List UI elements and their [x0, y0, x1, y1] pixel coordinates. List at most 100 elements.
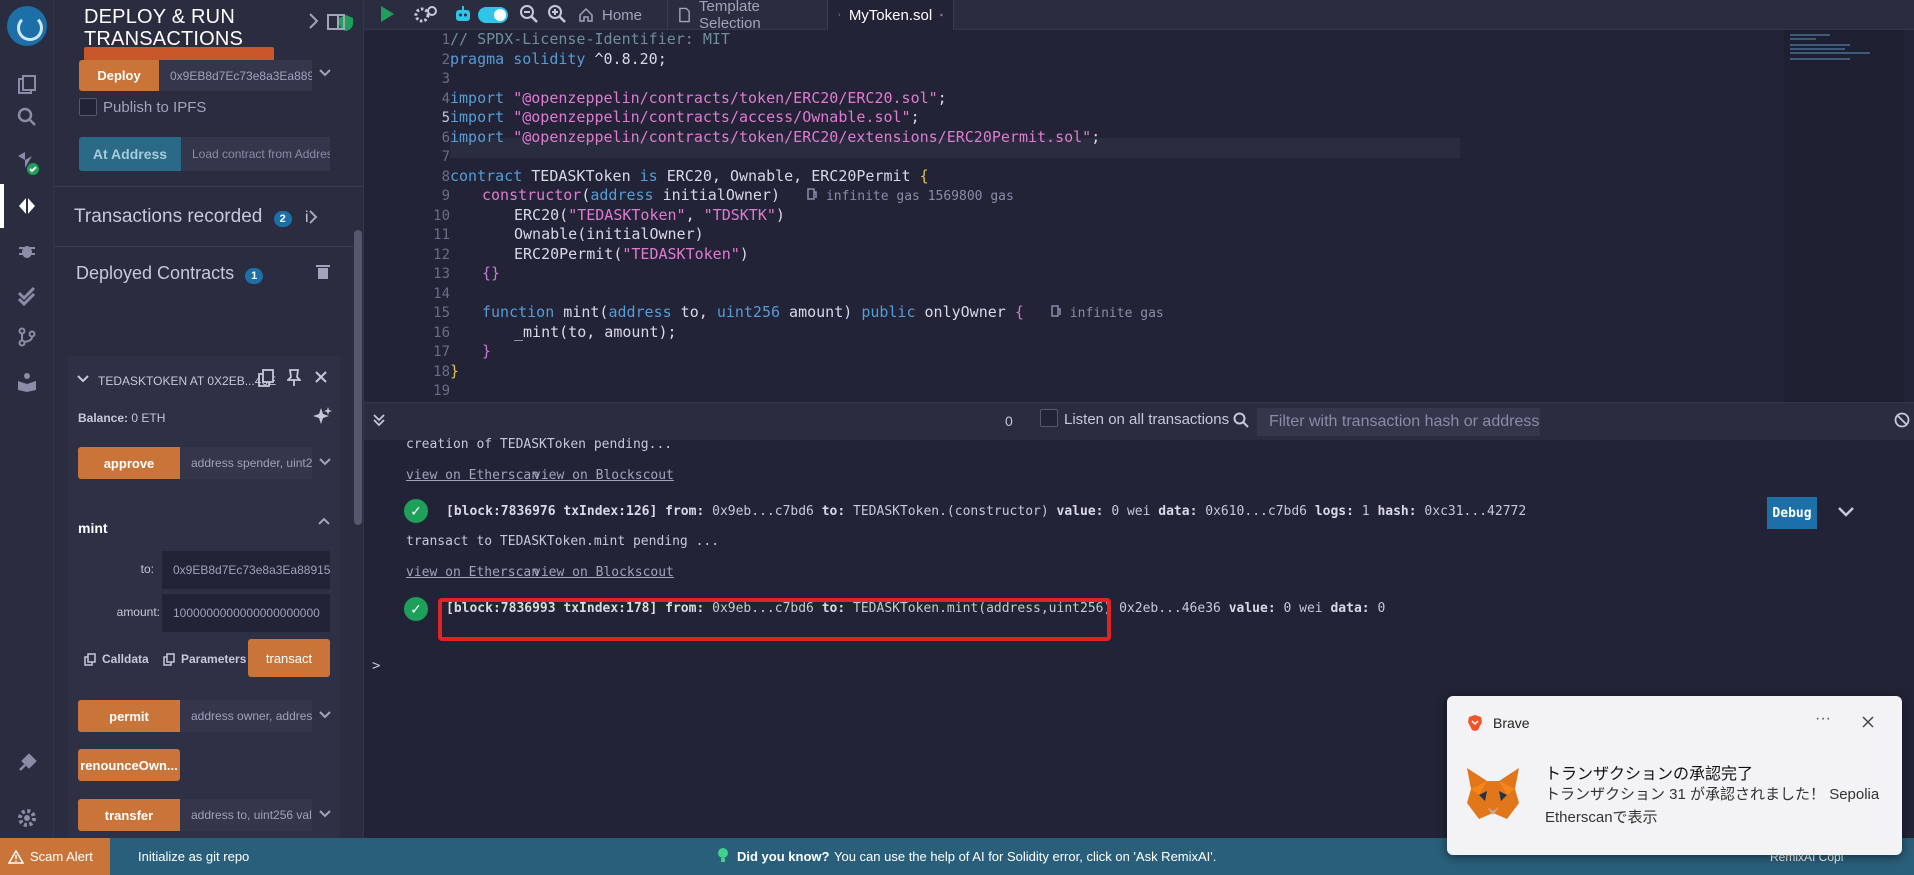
close-tab-icon[interactable]: [940, 9, 943, 21]
ai-robot-icon[interactable]: [452, 4, 474, 31]
file-icon: [679, 7, 690, 23]
terminal-prompt[interactable]: >: [372, 658, 380, 674]
permit-params-input[interactable]: address owner, address: [180, 700, 312, 732]
debug-button[interactable]: Debug: [1767, 497, 1817, 529]
code-line: }: [482, 342, 492, 360]
mint-amount-input[interactable]: 1000000000000000000000: [162, 594, 330, 632]
testing-icon[interactable]: [14, 282, 40, 308]
git-icon[interactable]: [14, 324, 40, 350]
line-number: 3: [441, 71, 450, 87]
pin-icon[interactable]: [285, 369, 303, 392]
tab-home-label: Home: [602, 6, 643, 24]
approve-expand-chevron-icon[interactable]: [318, 455, 332, 472]
view-blockscout-link[interactable]: view on Blockscout: [533, 565, 674, 580]
tab-template-selection[interactable]: Template Selection: [668, 0, 828, 32]
expand-tx-chevron-icon[interactable]: [1837, 505, 1855, 524]
panel-scrollbar[interactable]: [354, 230, 362, 525]
permit-expand-chevron-icon[interactable]: [318, 708, 332, 725]
ai-sparkle-icon[interactable]: [312, 406, 332, 431]
zoom-out-icon[interactable]: [519, 4, 539, 29]
mint-amount-label: amount:: [116, 605, 160, 619]
at-address-input[interactable]: Load contract from Address: [181, 137, 330, 171]
view-blockscout-link[interactable]: view on Blockscout: [533, 468, 674, 483]
notification-close-icon[interactable]: [1862, 715, 1874, 733]
code-line: import "@openzeppelin/contracts/token/ER…: [450, 89, 947, 107]
approve-params-input[interactable]: address spender, uint25: [180, 447, 312, 479]
code-line: ERC20("TEDASKToken", "TDSKTK"): [514, 206, 785, 224]
transfer-button[interactable]: transfer: [78, 799, 180, 831]
transfer-expand-chevron-icon[interactable]: [318, 807, 332, 824]
line-number: 5: [441, 110, 450, 126]
icon-rail: [0, 0, 54, 838]
solidity-file-icon: [838, 13, 841, 17]
mint-to-input[interactable]: 0x9EB8d7Ec73e8a3Ea8891556d4: [162, 551, 330, 589]
transactions-recorded-header[interactable]: Transactions recorded 2 i: [74, 206, 309, 228]
tab-home[interactable]: Home: [568, 0, 668, 30]
scam-alert-button[interactable]: Scam Alert: [0, 838, 110, 875]
code-line: function mint(address to, uint256 amount…: [482, 303, 1164, 321]
line-number: 9: [441, 188, 450, 204]
clear-console-icon[interactable]: [1894, 412, 1910, 433]
plugin-manager-icon[interactable]: [14, 750, 40, 776]
code-editor[interactable]: 1 2 3 4 5 6 7 8 9 10 11 12 13 14 15 16 1…: [364, 30, 1914, 402]
trash-icon[interactable]: [316, 264, 330, 285]
code-line: constructor(address initialOwner) infini…: [482, 186, 1014, 204]
code-line: import "@openzeppelin/contracts/access/O…: [450, 108, 920, 126]
permit-button[interactable]: permit: [78, 700, 180, 732]
home-icon: [579, 7, 593, 22]
close-icon[interactable]: [314, 370, 328, 389]
view-etherscan-link[interactable]: view on Etherscan: [406, 565, 539, 580]
line-number: 2: [441, 52, 450, 68]
panel-layout-icon[interactable]: [327, 14, 345, 35]
ai-toggle-switch[interactable]: [478, 7, 508, 23]
at-address-button[interactable]: At Address: [79, 137, 181, 171]
renounce-ownership-button[interactable]: renounceOwn...: [78, 749, 180, 781]
publish-ipfs-checkbox[interactable]: [79, 98, 97, 116]
code-line: import "@openzeppelin/contracts/token/ER…: [450, 128, 1101, 146]
calldata-button[interactable]: Calldata: [84, 652, 149, 666]
parameters-button[interactable]: Parameters: [163, 652, 246, 666]
file-explorer-icon[interactable]: [14, 72, 40, 98]
view-etherscan-link[interactable]: view on Etherscan: [406, 468, 539, 483]
remix-logo-icon[interactable]: [7, 6, 47, 46]
copy-icon[interactable]: [258, 369, 274, 392]
transact-button[interactable]: transact: [248, 639, 330, 677]
instance-collapse-chevron-icon[interactable]: [76, 372, 90, 391]
gas-estimate: infinite gas: [1051, 305, 1164, 321]
transfer-params-input[interactable]: address to, uint256 valu: [180, 799, 312, 831]
divider: [54, 246, 363, 247]
deploy-constructor-input[interactable]: 0x9EB8d7Ec73e8a3Ea889155: [159, 60, 312, 91]
tab-mytoken-sol[interactable]: MyToken.sol: [828, 0, 954, 30]
notification-body-line: トランザクション 31 が承認されました！ Sepolia: [1545, 786, 1880, 803]
tx-summary-constructor[interactable]: [block:7836976 txIndex:126] from: 0x9eb.…: [446, 504, 1526, 519]
approve-button[interactable]: approve: [78, 447, 180, 479]
chevron-right-icon[interactable]: [308, 12, 320, 35]
notification-more-icon[interactable]: ···: [1815, 710, 1831, 728]
log-line: creation of TEDASKToken pending...: [406, 437, 673, 452]
line-number: 10: [433, 208, 450, 224]
notification-body-line: Etherscanで表示: [1545, 809, 1658, 826]
mint-collapse-chevron-icon[interactable]: [317, 514, 331, 531]
learneth-icon[interactable]: [14, 369, 40, 395]
debugger-icon[interactable]: [14, 237, 40, 263]
line-number: 1: [441, 32, 450, 48]
editor-minimap[interactable]: [1784, 30, 1904, 402]
zoom-in-icon[interactable]: [547, 4, 567, 29]
deploy-expand-chevron-icon[interactable]: [318, 66, 332, 83]
lightbulb-icon: [717, 847, 729, 866]
deploy-run-icon[interactable]: [14, 193, 40, 219]
settings-gear-icon[interactable]: [14, 805, 40, 831]
search-icon[interactable]: [14, 104, 40, 130]
transaction-filter-input[interactable]: Filter with transaction hash or address: [1257, 408, 1540, 436]
collapse-terminal-icon[interactable]: [372, 413, 386, 432]
solidity-compiler-icon[interactable]: [14, 150, 40, 176]
line-number: 8: [441, 169, 450, 185]
script-settings-icon[interactable]: [414, 5, 438, 30]
brave-notification[interactable]: Brave ··· トランザクションの承認完了 トランザクション 31 が承認さ…: [1447, 696, 1902, 855]
transactions-expand-chevron-icon[interactable]: [307, 209, 319, 228]
deploy-button[interactable]: Deploy: [79, 60, 159, 91]
run-play-icon[interactable]: [378, 5, 396, 28]
listen-all-checkbox[interactable]: [1040, 409, 1058, 427]
line-number: 17: [433, 344, 450, 360]
init-git-button[interactable]: Initialize as git repo: [138, 849, 249, 864]
